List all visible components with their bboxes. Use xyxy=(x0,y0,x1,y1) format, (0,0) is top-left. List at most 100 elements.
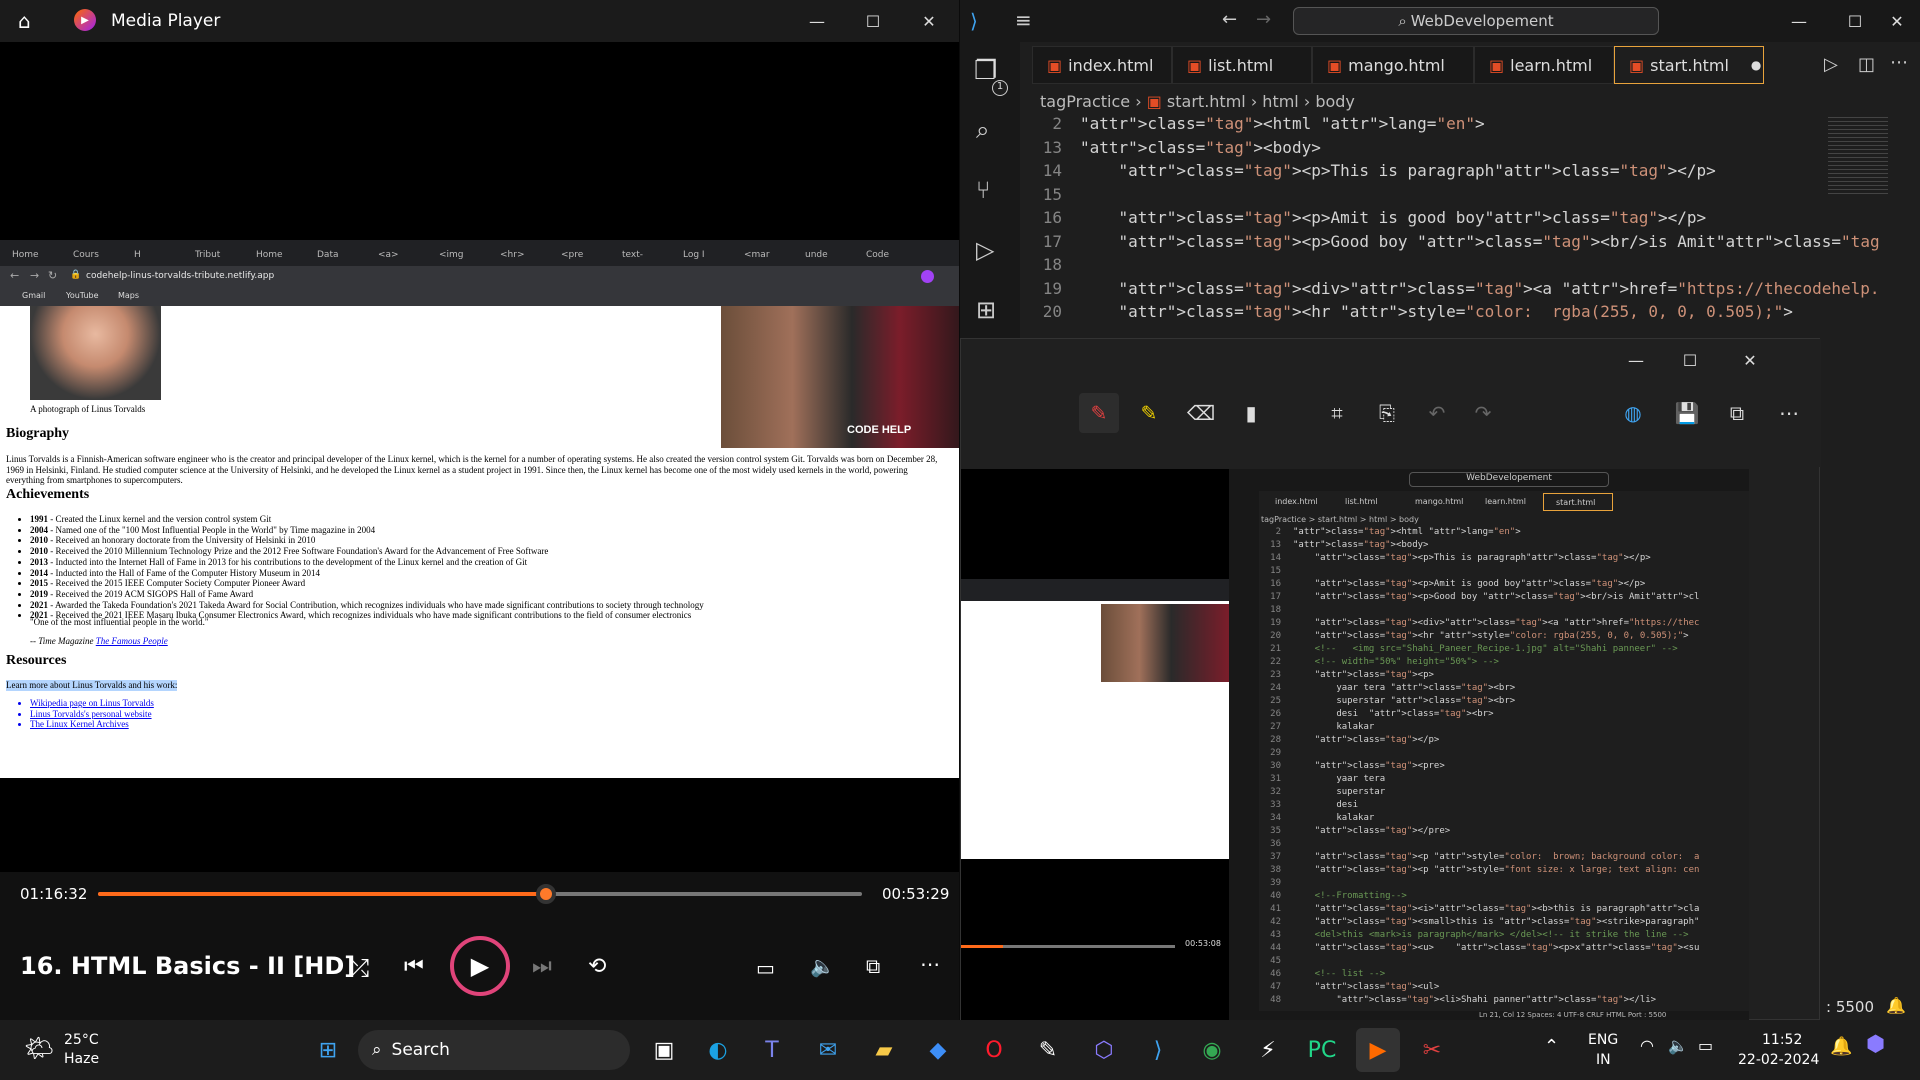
teams-icon[interactable]: T xyxy=(750,1028,794,1072)
dropbox-icon[interactable]: ◆ xyxy=(916,1028,960,1072)
battery-icon[interactable]: ▭ xyxy=(1698,1036,1713,1055)
undo-icon[interactable]: ↶ xyxy=(1417,393,1457,433)
close-button[interactable]: ✕ xyxy=(906,0,952,42)
mail-icon[interactable]: ✉ xyxy=(806,1028,850,1072)
snip-minimize-button[interactable]: — xyxy=(1613,339,1659,381)
notepad-icon[interactable]: ✎ xyxy=(1026,1028,1070,1072)
port-status[interactable]: : 5500 xyxy=(1826,998,1874,1016)
browser-tab[interactable]: Tribut xyxy=(189,244,245,266)
browser-tab[interactable]: Cours xyxy=(67,244,123,266)
vs-minimize-button[interactable]: — xyxy=(1776,0,1822,42)
volume-icon[interactable]: 🔈 xyxy=(810,954,835,978)
clock-date[interactable]: 22-02-2024 xyxy=(1738,1052,1819,1068)
edge-icon[interactable]: ◐ xyxy=(696,1028,740,1072)
language-code[interactable]: ENG xyxy=(1588,1032,1618,1048)
maximize-button[interactable]: ☐ xyxy=(850,0,896,42)
resource-link[interactable]: Linus Torvalds's personal website xyxy=(30,709,154,720)
editor-tab[interactable]: ▣ list.html xyxy=(1172,46,1312,84)
bookmark-youtube[interactable]: YouTube xyxy=(66,291,99,300)
editor-tab[interactable]: ▣ learn.html xyxy=(1474,46,1614,84)
more-options-icon[interactable]: ⋯ xyxy=(920,952,940,976)
crop-icon[interactable]: ⌗ xyxy=(1317,393,1357,433)
clock-time[interactable]: 11:52 xyxy=(1762,1032,1802,1048)
minimize-button[interactable]: — xyxy=(794,0,840,42)
browser-tab[interactable]: unde xyxy=(799,244,855,266)
home-icon[interactable]: ⌂ xyxy=(18,9,31,33)
volume-icon[interactable]: 🔈 xyxy=(1668,1036,1688,1055)
browser-tab[interactable]: text- xyxy=(616,244,672,266)
shuffle-icon[interactable]: ⤮ xyxy=(350,954,369,982)
media-player-taskbar-icon[interactable]: ▶ xyxy=(1356,1028,1400,1072)
quote-link[interactable]: The Famous People xyxy=(96,636,168,646)
opera-icon[interactable]: O xyxy=(972,1028,1016,1072)
snip-more-icon[interactable]: ⋯ xyxy=(1769,393,1809,433)
repeat-icon[interactable]: ⟲ xyxy=(588,954,606,979)
browser-tab[interactable]: Log I xyxy=(677,244,733,266)
ruler-icon[interactable]: ▮ xyxy=(1231,393,1271,433)
taskbar-search[interactable]: ⌕ Search xyxy=(358,1030,630,1070)
seek-bar[interactable] xyxy=(98,884,862,904)
run-debug-icon[interactable]: ▷ xyxy=(976,236,994,264)
highlighter-icon[interactable]: ✎ xyxy=(1129,393,1169,433)
notification-icon[interactable]: 🔔 xyxy=(1830,1036,1852,1057)
play-button[interactable]: ▶ xyxy=(450,936,510,996)
reload-icon[interactable]: ↻ xyxy=(48,269,57,282)
breadcrumb-html[interactable]: html xyxy=(1262,92,1298,111)
breadcrumb-body[interactable]: body xyxy=(1315,92,1355,111)
browser-tab[interactable]: H xyxy=(128,244,184,266)
command-search[interactable]: ⌕ WebDevelopement xyxy=(1293,7,1659,35)
subtitles-icon[interactable]: ▭ xyxy=(756,956,775,980)
language-region[interactable]: IN xyxy=(1596,1052,1611,1068)
show-hidden-icons[interactable]: ⌃ xyxy=(1544,1036,1559,1057)
eraser-icon[interactable]: ⌫ xyxy=(1181,393,1221,433)
pen-icon[interactable]: ✎ xyxy=(1079,393,1119,433)
redo-icon[interactable]: ↷ xyxy=(1463,393,1503,433)
start-icon[interactable]: ⊞ xyxy=(306,1028,350,1072)
terminal-icon[interactable]: ⚡ xyxy=(1246,1028,1290,1072)
code-editor[interactable]: 2 "attr">class="tag"><html "attr">lang="e… xyxy=(1020,114,1880,338)
seek-thumb[interactable] xyxy=(535,884,556,904)
bookmark-maps[interactable]: Maps xyxy=(118,291,139,300)
nav-forward-icon[interactable]: → xyxy=(1256,9,1271,30)
snipping-tool-taskbar-icon[interactable]: ✂ xyxy=(1410,1028,1454,1072)
editor-more-icon[interactable]: ⋯ xyxy=(1890,52,1908,73)
browser-tab[interactable]: Data xyxy=(311,244,367,266)
split-editor-icon[interactable]: ◫ xyxy=(1858,54,1875,75)
browser-tab[interactable]: Home xyxy=(6,244,62,266)
back-icon[interactable]: ← xyxy=(10,269,19,282)
video-area[interactable]: Home Cours H Tribut Home Data <a> <img <hr> <pre t… xyxy=(0,42,959,872)
copy-icon[interactable]: ⧉ xyxy=(1717,393,1757,433)
pycharm-icon[interactable]: PC xyxy=(1300,1028,1344,1072)
miniplayer-icon[interactable]: ⧉ xyxy=(866,954,880,978)
extensions-icon[interactable]: ⊞ xyxy=(976,296,996,324)
wifi-icon[interactable]: ◠ xyxy=(1640,1036,1654,1055)
menu-icon[interactable]: ≡ xyxy=(1015,8,1032,32)
bookmark-gmail[interactable]: Gmail xyxy=(22,291,45,300)
browser-tab[interactable]: Code xyxy=(860,244,916,266)
chrome-icon[interactable]: ◉ xyxy=(1190,1028,1234,1072)
weather-icon[interactable]: 🌤 xyxy=(24,1034,54,1062)
notification-bell-icon[interactable]: 🔔 xyxy=(1886,996,1906,1015)
browser-tab[interactable]: <pre xyxy=(555,244,611,266)
browser-tab[interactable]: <img xyxy=(433,244,489,266)
weather-temp[interactable]: 25°C xyxy=(64,1032,99,1048)
forward-icon[interactable]: → xyxy=(30,269,39,282)
browser-tab[interactable]: <a> xyxy=(372,244,428,266)
editor-tab[interactable]: ▣ start.html ● xyxy=(1614,46,1764,84)
resource-link[interactable]: The Linux Kernel Archives xyxy=(30,719,154,730)
editor-tab[interactable]: ▣ mango.html xyxy=(1312,46,1474,84)
browser-tab[interactable]: Home xyxy=(250,244,306,266)
browser-tab[interactable]: <hr> xyxy=(494,244,550,266)
editor-tab[interactable]: ▣ index.html xyxy=(1032,46,1172,84)
file-explorer-icon[interactable]: ▰ xyxy=(862,1028,906,1072)
save-icon[interactable]: 💾 xyxy=(1667,393,1707,433)
vscode-taskbar-icon[interactable]: ⟩ xyxy=(1136,1028,1180,1072)
text-actions-icon[interactable]: ⎘ xyxy=(1367,393,1407,433)
vs-maximize-button[interactable]: ☐ xyxy=(1832,0,1878,42)
weather-desc[interactable]: Haze xyxy=(64,1051,99,1067)
share-icon[interactable]: ◍ xyxy=(1613,393,1653,433)
source-control-icon[interactable]: ⑂ xyxy=(976,176,990,204)
previous-icon[interactable]: ⏮ xyxy=(404,954,424,979)
copilot-tray-icon[interactable]: ⬢ xyxy=(1866,1032,1885,1057)
copilot-icon[interactable]: ⬡ xyxy=(1082,1028,1126,1072)
